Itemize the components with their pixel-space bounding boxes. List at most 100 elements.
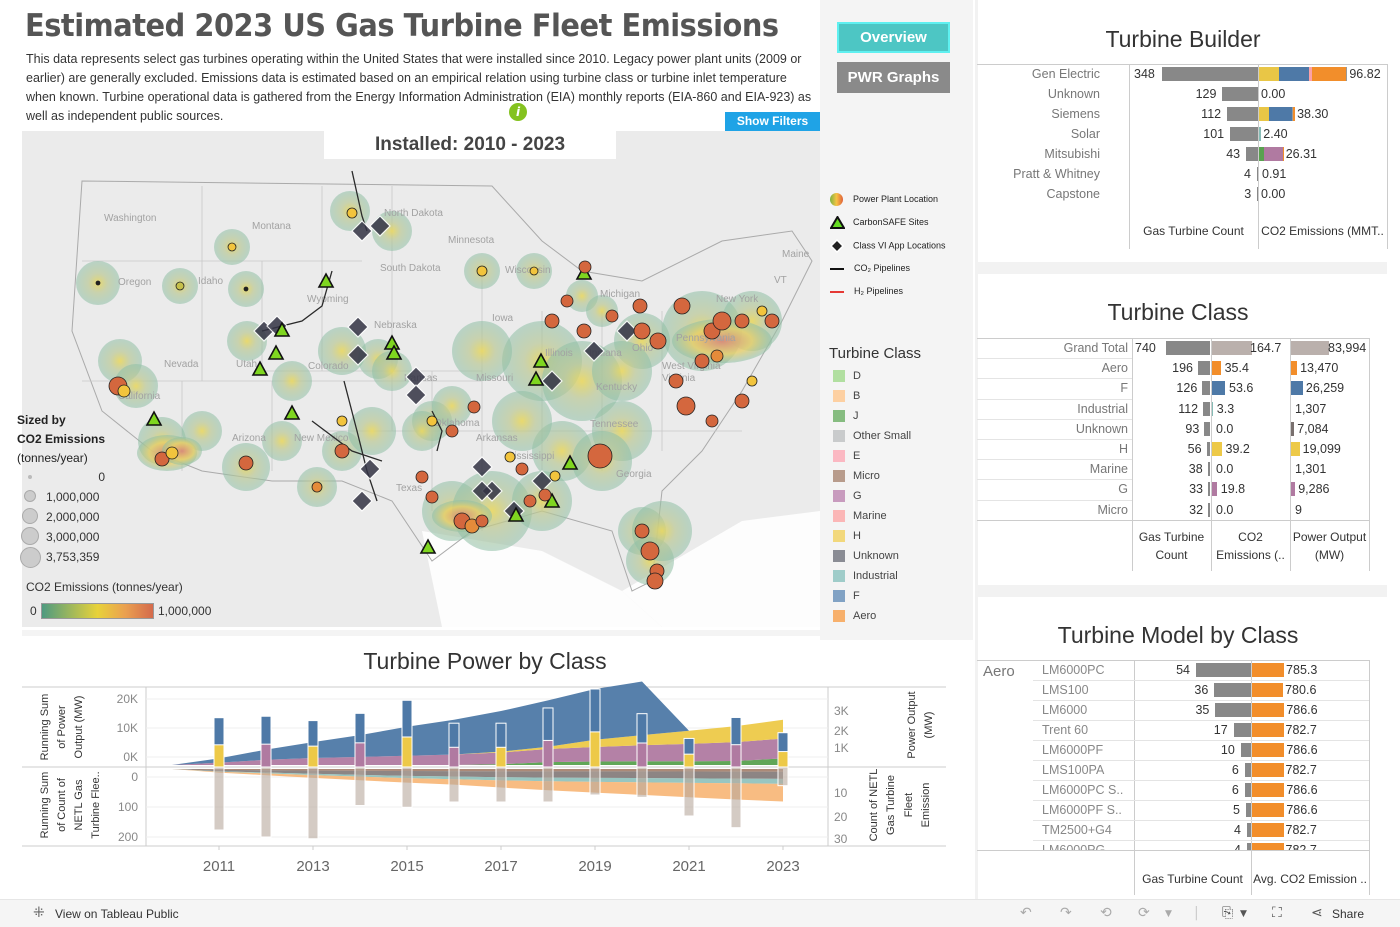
power-plant-marker[interactable] xyxy=(529,266,539,276)
annual-count-bar[interactable] xyxy=(542,766,554,803)
model-row[interactable]: LM6000PG 4 782.7 xyxy=(977,840,1369,850)
annual-count-bar[interactable] xyxy=(307,766,319,840)
class-row[interactable]: Micro 32 0.0 9 xyxy=(977,499,1369,520)
model-row[interactable]: LMS100PA 6 782.7 xyxy=(977,760,1369,780)
annual-count-bar[interactable] xyxy=(589,766,601,796)
power-plant-marker[interactable] xyxy=(445,424,459,438)
power-plant-marker[interactable] xyxy=(576,323,592,339)
builder-row[interactable]: Gen Electric 348 96.82 xyxy=(977,64,1387,84)
power-plant-marker[interactable] xyxy=(544,313,560,329)
model-row[interactable]: LM6000PC S.. 6 786.6 xyxy=(977,780,1369,800)
power-plant-marker[interactable] xyxy=(756,305,768,317)
power-plant-marker[interactable] xyxy=(587,443,613,469)
class-row[interactable]: Unknown 93 0.0 7,084 xyxy=(977,418,1369,439)
turbine-class-legend-item[interactable]: Marine xyxy=(833,510,887,524)
turbine-class-legend-item[interactable]: E xyxy=(833,450,860,464)
turbine-power-chart[interactable]: 20K 10K 0K 0 100 200 3K 2K 1K 10 20 30 2011 2013 2015 2… xyxy=(22,680,968,880)
share-button[interactable]: Share xyxy=(1332,907,1364,921)
annual-power-bar-segment[interactable] xyxy=(777,751,789,768)
power-plant-marker[interactable] xyxy=(560,294,574,308)
turbine-class-legend-item[interactable]: Unknown xyxy=(833,550,899,564)
view-on-tableau-link[interactable]: View on Tableau Public xyxy=(55,907,179,921)
power-plant-marker[interactable] xyxy=(673,297,691,315)
power-plant-marker[interactable] xyxy=(640,541,660,561)
turbine-class-legend-item[interactable]: Industrial xyxy=(833,570,898,584)
builder-row[interactable]: Pratt & Whitney 4 0.91 xyxy=(977,164,1387,184)
model-row[interactable]: LM6000PF 10 786.6 xyxy=(977,740,1369,760)
annual-count-bar[interactable] xyxy=(448,766,460,803)
power-plant-marker[interactable] xyxy=(243,286,249,292)
builder-row[interactable]: Siemens 112 38.30 xyxy=(977,104,1387,124)
power-plant-marker[interactable] xyxy=(605,309,619,323)
model-row[interactable]: LM6000PF S.. 5 786.6 xyxy=(977,800,1369,820)
turbine-class-legend-item[interactable]: F xyxy=(833,590,860,604)
download-dropdown-icon[interactable]: ▼ xyxy=(1240,909,1247,919)
power-plant-marker[interactable] xyxy=(426,415,438,427)
power-plant-marker[interactable] xyxy=(476,265,488,277)
class-row[interactable]: Aero 196 35.4 13,470 xyxy=(977,358,1369,378)
share-icon[interactable]: ⋖ xyxy=(1311,905,1323,921)
annual-count-bar[interactable] xyxy=(777,766,789,787)
undo-icon[interactable]: ↶ xyxy=(1020,905,1032,921)
annual-power-bar-segment[interactable] xyxy=(448,746,460,768)
power-plant-marker[interactable] xyxy=(425,490,439,504)
power-plant-marker[interactable] xyxy=(734,393,750,409)
turbine-class-legend-item[interactable]: G xyxy=(833,490,862,504)
power-plant-marker[interactable] xyxy=(549,470,561,482)
annual-power-bar-segment[interactable] xyxy=(542,739,554,768)
turbine-class-legend-item[interactable]: Aero xyxy=(833,610,876,624)
class-row[interactable]: Industrial 112 3.3 1,307 xyxy=(977,398,1369,419)
annual-count-bar[interactable] xyxy=(730,766,742,829)
annual-count-bar[interactable] xyxy=(636,766,648,798)
download-icon[interactable]: ⎘ xyxy=(1222,905,1233,921)
power-plant-marker[interactable] xyxy=(734,313,750,329)
annual-count-bar[interactable] xyxy=(683,766,695,817)
power-plant-marker[interactable] xyxy=(165,446,179,460)
model-row[interactable]: LM6000 35 786.6 xyxy=(977,700,1369,720)
annual-power-bar-segment[interactable] xyxy=(307,745,319,768)
power-plant-marker[interactable] xyxy=(633,322,651,340)
class-row[interactable]: Marine 38 0.0 1,301 xyxy=(977,459,1369,479)
class-row[interactable]: H 56 39.2 19,099 xyxy=(977,439,1369,459)
turbine-class-legend-item[interactable]: H xyxy=(833,530,861,544)
power-plant-marker[interactable] xyxy=(705,414,719,428)
turbine-class-legend-item[interactable]: Micro xyxy=(833,470,880,484)
builder-row[interactable]: Capstone 3 0.00 xyxy=(977,184,1387,204)
class-row[interactable]: Grand Total 740 164.7 83,994 xyxy=(977,338,1369,358)
annual-power-bar-segment[interactable] xyxy=(260,743,272,768)
power-plant-marker[interactable] xyxy=(334,443,350,459)
power-plant-marker[interactable] xyxy=(646,572,664,590)
overview-button[interactable]: Overview xyxy=(837,22,950,53)
annual-count-bar[interactable] xyxy=(260,766,272,838)
fullscreen-icon[interactable]: ⛶ xyxy=(1272,905,1282,921)
refresh-icon[interactable]: ⟳ xyxy=(1138,905,1150,921)
power-plant-marker[interactable] xyxy=(694,353,710,369)
power-plant-marker[interactable] xyxy=(504,451,516,463)
power-plant-marker[interactable] xyxy=(475,514,489,528)
power-plant-marker[interactable] xyxy=(676,396,696,416)
model-row[interactable]: Trent 60 17 782.7 xyxy=(977,720,1369,740)
power-plant-marker[interactable] xyxy=(227,242,237,252)
revert-icon[interactable]: ⟲ xyxy=(1100,905,1112,921)
annual-power-bar-segment[interactable] xyxy=(213,744,225,768)
power-plant-marker[interactable] xyxy=(764,313,780,329)
class-row[interactable]: F 126 53.6 26,259 xyxy=(977,378,1369,398)
power-plant-marker[interactable] xyxy=(710,349,724,363)
power-plant-marker[interactable] xyxy=(578,260,592,274)
show-filters-button[interactable]: Show Filters xyxy=(725,112,820,131)
turbine-class-legend-item[interactable]: B xyxy=(833,390,860,404)
refresh-dropdown-icon[interactable]: ▼ xyxy=(1165,909,1172,919)
power-plant-marker[interactable] xyxy=(238,455,254,471)
power-plant-marker[interactable] xyxy=(649,332,667,350)
power-plant-marker[interactable] xyxy=(346,207,358,219)
power-plant-marker[interactable] xyxy=(634,523,650,539)
model-row[interactable]: LM6000PC 54 785.3 xyxy=(977,660,1369,680)
annual-count-bar[interactable] xyxy=(354,766,366,806)
redo-icon[interactable]: ↷ xyxy=(1060,905,1072,921)
model-row[interactable]: TM2500+G4 4 782.7 xyxy=(977,820,1369,840)
info-icon[interactable]: i xyxy=(509,103,527,121)
builder-row[interactable]: Unknown 129 0.00 xyxy=(977,84,1387,104)
power-plant-marker[interactable] xyxy=(632,298,648,314)
annual-power-bar-segment[interactable] xyxy=(401,736,413,768)
turbine-class-legend-item[interactable]: Other Small xyxy=(833,430,911,444)
